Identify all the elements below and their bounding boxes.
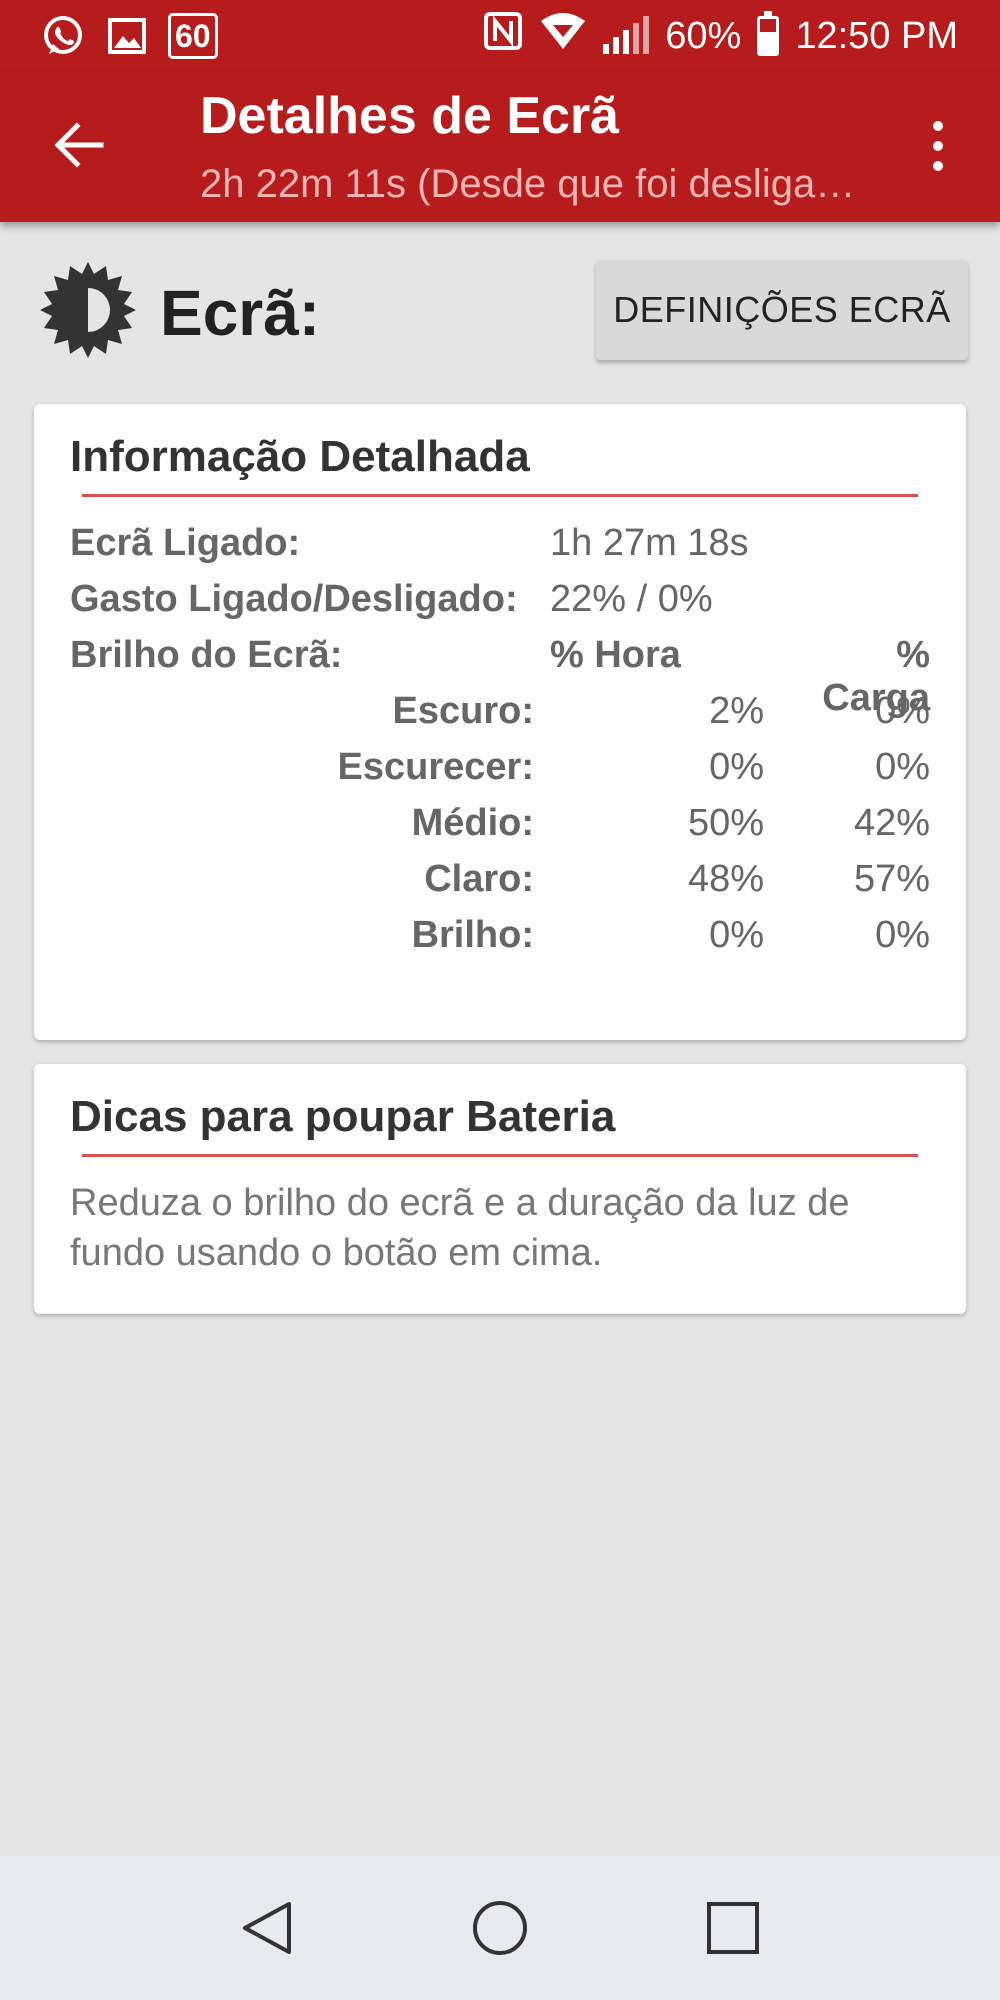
row-charge: 0% bbox=[875, 746, 930, 788]
app-bar: Detalhes de Ecrã 2h 22m 11s (Desde que f… bbox=[0, 72, 1000, 222]
system-icons: 60% 12:50 PM bbox=[483, 11, 958, 61]
row-charge: 0% bbox=[875, 914, 930, 956]
wifi-icon bbox=[539, 11, 587, 61]
page-subtitle: 2h 22m 11s (Desde que foi desligado) bbox=[200, 162, 860, 206]
card-title: Informação Detalhada bbox=[70, 432, 530, 481]
divider bbox=[82, 494, 918, 497]
row-label: Escuro: bbox=[392, 690, 534, 732]
hour-column-header: % Hora bbox=[550, 634, 681, 676]
battery-tips-card: Dicas para poupar Bateria Reduza o brilh… bbox=[34, 1064, 966, 1314]
battery-percent: 60% bbox=[665, 14, 742, 57]
dot bbox=[933, 161, 943, 171]
clock: 12:50 PM bbox=[795, 14, 958, 57]
usage-label: Gasto Ligado/Desligado: bbox=[70, 578, 518, 620]
arrow-left-icon bbox=[54, 122, 104, 168]
row-hour: 2% bbox=[709, 690, 764, 732]
row-hour: 50% bbox=[687, 802, 764, 844]
row-hour: 0% bbox=[709, 746, 764, 788]
row-charge: 42% bbox=[853, 802, 930, 844]
whatsapp-icon bbox=[40, 13, 86, 59]
row-charge: 57% bbox=[853, 858, 930, 900]
nav-recents-button[interactable] bbox=[693, 1888, 773, 1968]
signal-icon bbox=[603, 16, 650, 54]
row-label: Claro: bbox=[424, 858, 534, 900]
detailed-info-card: Informação Detalhada Ecrã Ligado: 1h 27m… bbox=[34, 404, 966, 1040]
overflow-menu-button[interactable] bbox=[920, 116, 956, 176]
divider bbox=[82, 1154, 918, 1157]
brightness-label: Brilho do Ecrã: bbox=[70, 634, 343, 676]
nav-back-button[interactable] bbox=[227, 1888, 307, 1968]
row-label: Médio: bbox=[411, 802, 534, 844]
nfc-icon bbox=[483, 11, 523, 61]
square-recents-icon bbox=[707, 1902, 760, 1954]
brightness-gear-icon bbox=[36, 258, 140, 362]
sixty-badge-icon: 60 bbox=[168, 13, 218, 59]
screen-settings-button[interactable]: DEFINIÇÕES ECRÃ bbox=[596, 260, 968, 360]
row-hour: 48% bbox=[687, 858, 764, 900]
image-icon bbox=[104, 13, 150, 59]
row-label: Escurecer: bbox=[337, 746, 534, 788]
battery-icon bbox=[757, 11, 780, 56]
nav-home-button[interactable] bbox=[460, 1888, 540, 1968]
triangle-back-icon bbox=[242, 1902, 291, 1954]
navigation-bar bbox=[0, 1856, 1000, 2000]
usage-value: 22% / 0% bbox=[550, 578, 713, 620]
back-button[interactable] bbox=[44, 110, 114, 180]
screen-on-label: Ecrã Ligado: bbox=[70, 522, 301, 564]
circle-home-icon bbox=[472, 1901, 527, 1955]
row-hour: 0% bbox=[709, 914, 764, 956]
card-title: Dicas para poupar Bateria bbox=[70, 1092, 616, 1141]
row-label: Brilho: bbox=[411, 914, 534, 956]
dot bbox=[933, 141, 943, 151]
status-bar: 60 60% 12:50 PM bbox=[0, 0, 1000, 72]
row-charge: 0% bbox=[875, 690, 930, 732]
dot bbox=[933, 121, 943, 131]
notification-icons: 60 bbox=[40, 13, 218, 59]
page-title: Detalhes de Ecrã bbox=[200, 87, 620, 145]
section-title: Ecrã: bbox=[160, 277, 321, 349]
tip-text: Reduza o brilho do ecrã e a duração da l… bbox=[70, 1182, 850, 1274]
screen-on-value: 1h 27m 18s bbox=[550, 522, 749, 564]
